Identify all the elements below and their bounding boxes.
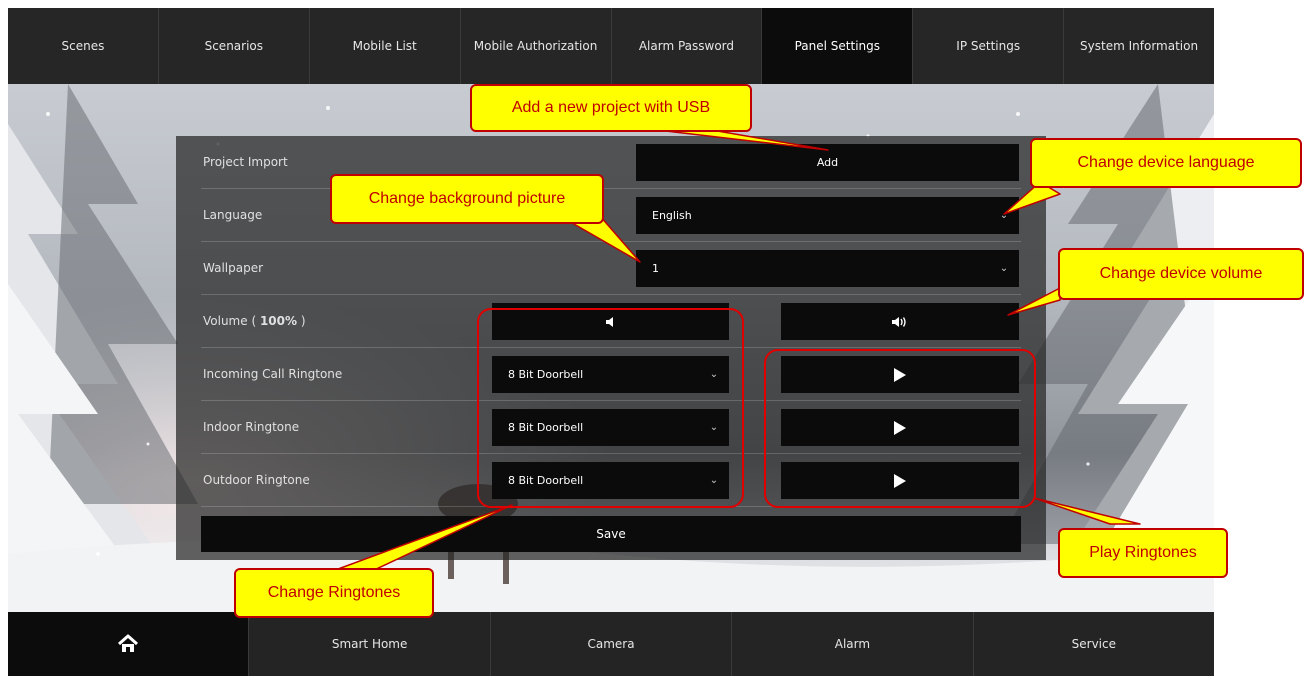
add-project-button[interactable]: Add bbox=[636, 144, 1019, 181]
tab-mobile-authorization[interactable]: Mobile Authorization bbox=[461, 8, 612, 84]
save-button[interactable]: Save bbox=[201, 516, 1021, 552]
incoming-call-ringtone-label: Incoming Call Ringtone bbox=[203, 367, 343, 381]
tab-mobile-list[interactable]: Mobile List bbox=[310, 8, 461, 84]
callout-play-ringtones-text: Play Ringtones bbox=[1089, 544, 1197, 561]
callout-change-ringtones-text: Change Ringtones bbox=[267, 584, 401, 601]
callout-add-project-text: Add a new project with USB bbox=[511, 99, 711, 116]
callout-change-volume-text: Change device volume bbox=[1099, 265, 1263, 282]
wallpaper-select[interactable]: 1 ⌄ bbox=[636, 250, 1019, 287]
chevron-down-icon: ⌄ bbox=[999, 263, 1009, 274]
language-value: English bbox=[652, 209, 692, 222]
wallpaper-row: Wallpaper 1 ⌄ bbox=[201, 242, 1021, 295]
bottom-navigation: Smart Home Camera Alarm Service bbox=[8, 612, 1214, 676]
save-button-label: Save bbox=[596, 527, 626, 541]
callout-change-volume: Change device volume bbox=[1058, 248, 1304, 300]
tab-camera[interactable]: Camera bbox=[491, 612, 733, 676]
tab-alarm[interactable]: Alarm bbox=[732, 612, 974, 676]
chevron-down-icon: ⌄ bbox=[999, 210, 1009, 221]
ringtone-select-highlight bbox=[477, 308, 744, 508]
project-import-row: Project Import Add bbox=[201, 136, 1021, 189]
tab-smart-home[interactable]: Smart Home bbox=[249, 612, 491, 676]
add-project-button-label: Add bbox=[816, 156, 839, 169]
callout-change-ringtones: Change Ringtones bbox=[234, 568, 434, 618]
volume-label-suffix: ) bbox=[297, 314, 306, 328]
speaker-high-icon bbox=[892, 316, 906, 327]
tab-panel-settings[interactable]: Panel Settings bbox=[762, 8, 914, 84]
callout-change-background: Change background picture bbox=[330, 174, 604, 224]
play-buttons-highlight bbox=[764, 349, 1036, 508]
callout-change-language: Change device language bbox=[1030, 138, 1302, 188]
tab-system-information[interactable]: System Information bbox=[1064, 8, 1214, 84]
home-button[interactable] bbox=[8, 612, 250, 676]
tab-ip-settings[interactable]: IP Settings bbox=[913, 8, 1065, 84]
wallpaper-value: 1 bbox=[652, 262, 659, 275]
volume-value: 100% bbox=[259, 314, 298, 328]
language-row: Language English ⌄ bbox=[201, 189, 1021, 242]
callout-change-language-text: Change device language bbox=[1077, 154, 1255, 171]
volume-label: Volume ( 100% ) bbox=[203, 295, 306, 348]
top-navigation: Scenes Scenarios Mobile List Mobile Auth… bbox=[8, 8, 1214, 84]
indoor-ringtone-label: Indoor Ringtone bbox=[203, 420, 300, 434]
outdoor-ringtone-label: Outdoor Ringtone bbox=[203, 473, 310, 487]
callout-add-project: Add a new project with USB bbox=[470, 84, 752, 132]
tab-scenarios[interactable]: Scenarios bbox=[159, 8, 310, 84]
callout-play-ringtones: Play Ringtones bbox=[1058, 528, 1228, 578]
language-label: Language bbox=[203, 208, 263, 222]
tab-service[interactable]: Service bbox=[974, 612, 1214, 676]
tab-scenes[interactable]: Scenes bbox=[8, 8, 159, 84]
project-import-label: Project Import bbox=[203, 155, 288, 169]
language-select[interactable]: English ⌄ bbox=[636, 197, 1019, 234]
home-icon bbox=[118, 634, 139, 652]
volume-label-prefix: Volume ( bbox=[203, 314, 260, 328]
callout-change-background-text: Change background picture bbox=[368, 190, 566, 207]
wallpaper-label: Wallpaper bbox=[203, 261, 264, 275]
tab-alarm-password[interactable]: Alarm Password bbox=[612, 8, 763, 84]
volume-up-button[interactable] bbox=[781, 303, 1019, 340]
